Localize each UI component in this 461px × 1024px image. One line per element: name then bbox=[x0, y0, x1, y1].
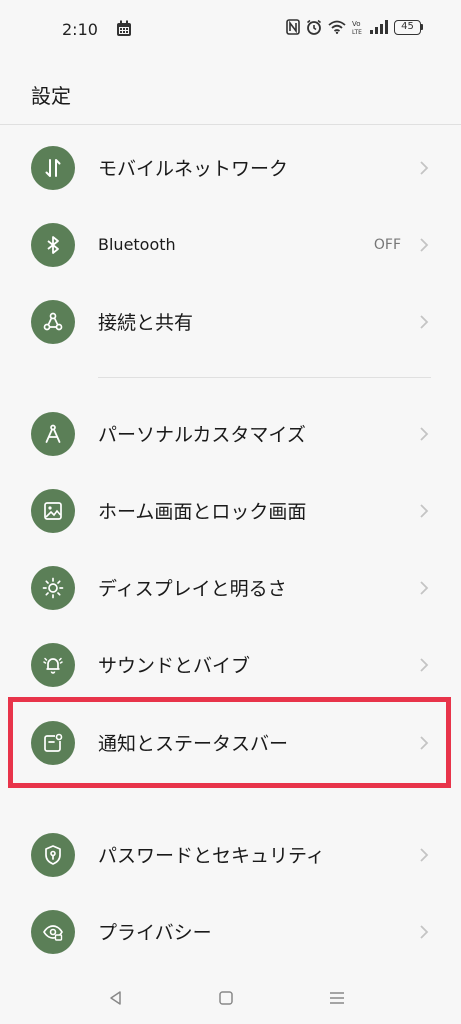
wifi-icon bbox=[328, 20, 346, 34]
settings-item-label: 通知とステータスバー bbox=[98, 733, 289, 755]
title-divider bbox=[0, 124, 461, 125]
home-icon[interactable] bbox=[214, 986, 238, 1010]
settings-item-label: パスワードとセキュリティ bbox=[98, 845, 325, 867]
settings-item-label: Bluetooth bbox=[98, 235, 176, 254]
svg-text:LTE: LTE bbox=[352, 29, 362, 35]
nfc-icon bbox=[286, 19, 300, 35]
notification-icon bbox=[31, 720, 75, 765]
status-time: 2:10 bbox=[62, 20, 98, 39]
connection-share-icon bbox=[31, 299, 75, 344]
wallpaper-icon bbox=[31, 488, 75, 533]
bluetooth-icon bbox=[31, 222, 75, 267]
brightness-icon bbox=[31, 565, 75, 610]
chevron-right-icon bbox=[420, 503, 429, 518]
settings-item-privacy[interactable]: プライバシー bbox=[0, 893, 461, 970]
back-icon[interactable] bbox=[104, 986, 128, 1010]
chevron-right-icon bbox=[420, 735, 429, 750]
chevron-right-icon bbox=[420, 847, 429, 862]
settings-item-sound-vibration[interactable]: サウンドとバイブ bbox=[0, 626, 461, 703]
settings-item-connection-sharing[interactable]: 接続と共有 bbox=[0, 283, 461, 360]
signal-icon bbox=[370, 20, 388, 34]
page-title: 設定 bbox=[31, 84, 71, 108]
volte-icon: Vo LTE bbox=[352, 20, 362, 35]
shield-lock-icon bbox=[31, 832, 75, 877]
navigation-bar bbox=[0, 972, 461, 1024]
chevron-right-icon bbox=[420, 160, 429, 175]
settings-item-label: モバイルネットワーク bbox=[98, 158, 289, 180]
settings-item-mobile-network[interactable]: モバイルネットワーク bbox=[0, 129, 461, 206]
settings-item-personalization[interactable]: パーソナルカスタマイズ bbox=[0, 395, 461, 472]
chevron-right-icon bbox=[420, 426, 429, 441]
battery-icon: 45 bbox=[394, 19, 423, 35]
chevron-right-icon bbox=[420, 580, 429, 595]
recents-icon[interactable] bbox=[325, 986, 349, 1010]
settings-item-label: ホーム画面とロック画面 bbox=[98, 501, 307, 523]
chevron-right-icon bbox=[420, 237, 429, 252]
settings-item-home-lock-screen[interactable]: ホーム画面とロック画面 bbox=[0, 472, 461, 549]
chevron-right-icon bbox=[420, 924, 429, 939]
chevron-right-icon bbox=[420, 657, 429, 672]
settings-item-label: パーソナルカスタマイズ bbox=[98, 424, 306, 446]
chevron-right-icon bbox=[420, 314, 429, 329]
settings-item-label: プライバシー bbox=[98, 922, 212, 944]
svg-text:Vo: Vo bbox=[352, 20, 361, 28]
status-bar: 2:10 Vo LTE 45 bbox=[0, 0, 461, 60]
calendar-icon bbox=[117, 20, 131, 36]
settings-item-password-security[interactable]: パスワードとセキュリティ bbox=[0, 816, 461, 893]
battery-level: 45 bbox=[394, 19, 421, 35]
personalization-icon bbox=[31, 411, 75, 456]
privacy-eye-icon bbox=[31, 909, 75, 954]
settings-item-label: ディスプレイと明るさ bbox=[98, 578, 287, 600]
mobile-data-icon bbox=[31, 145, 75, 190]
section-divider bbox=[98, 377, 431, 378]
alarm-icon bbox=[307, 19, 321, 35]
bell-icon bbox=[31, 642, 75, 687]
settings-item-label: サウンドとバイブ bbox=[98, 655, 251, 677]
settings-item-bluetooth[interactable]: Bluetooth OFF bbox=[0, 206, 461, 283]
settings-item-notifications-status-bar[interactable]: 通知とステータスバー bbox=[0, 704, 461, 781]
settings-item-display-brightness[interactable]: ディスプレイと明るさ bbox=[0, 549, 461, 626]
settings-item-label: 接続と共有 bbox=[98, 312, 194, 334]
bluetooth-status: OFF bbox=[373, 236, 401, 253]
